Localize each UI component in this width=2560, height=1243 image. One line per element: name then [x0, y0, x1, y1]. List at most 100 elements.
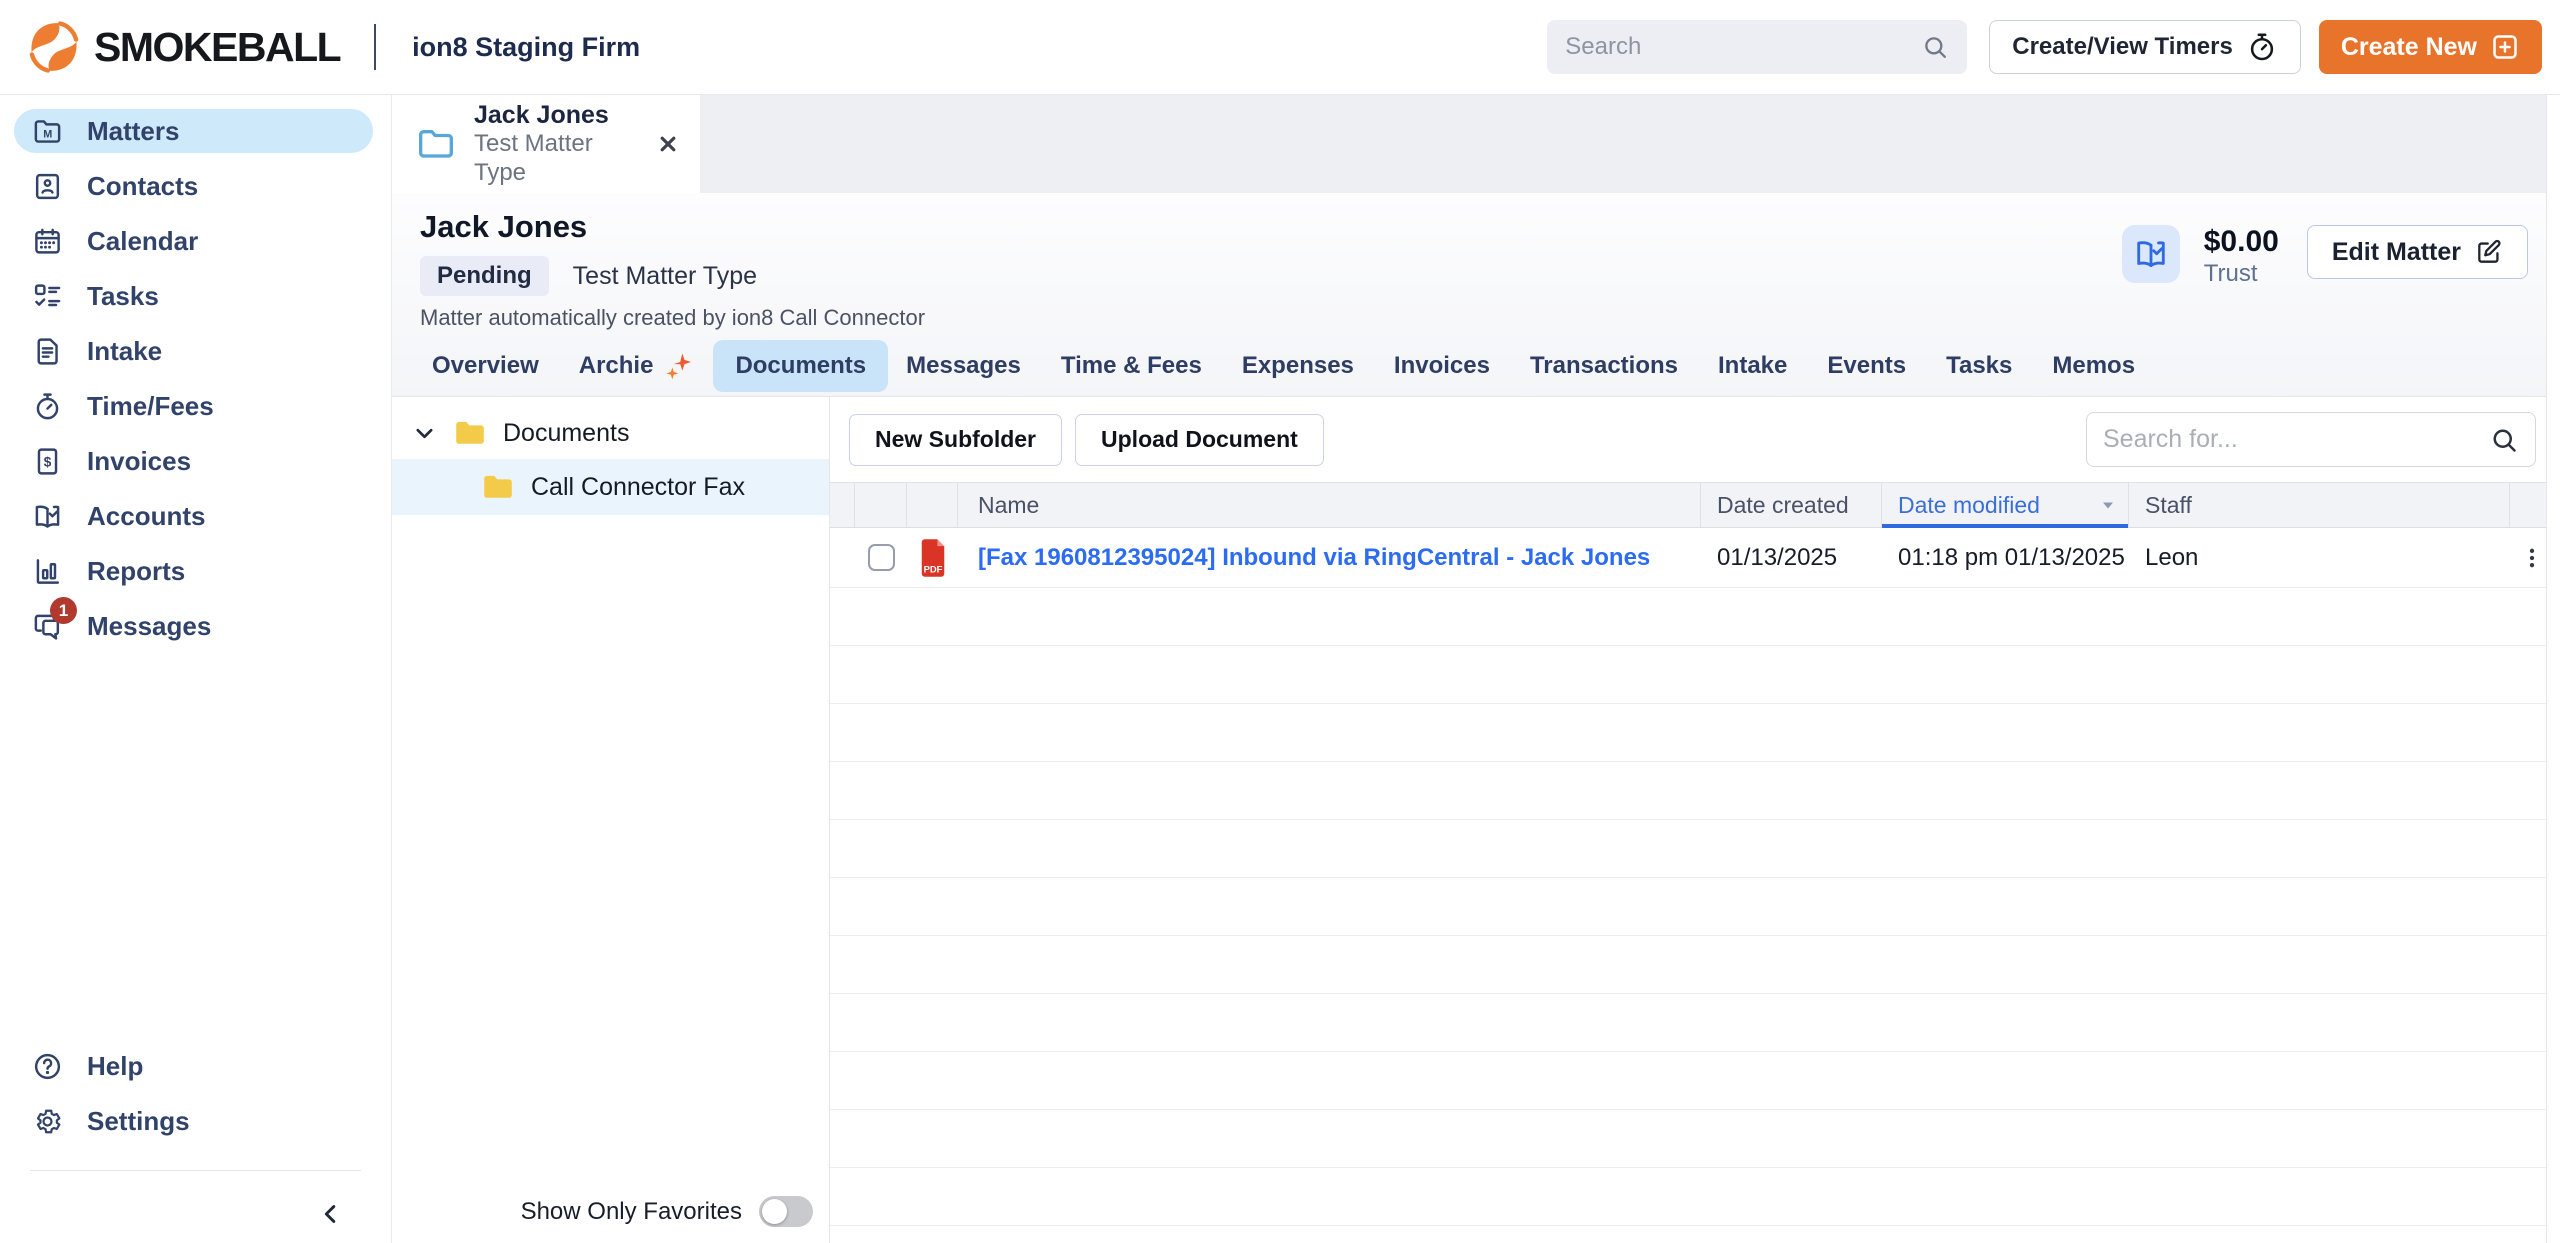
edit-icon: [2474, 238, 2503, 267]
folder-row-documents[interactable]: Documents: [392, 407, 829, 459]
sidebar-item-messages[interactable]: Messages 1: [14, 604, 373, 648]
unread-badge: 1: [50, 597, 77, 624]
trust-amount: $0.00: [2204, 225, 2279, 260]
folder-label: Documents: [503, 419, 629, 448]
row-menu-button[interactable]: [2519, 545, 2545, 571]
tab-invoices[interactable]: Invoices: [1394, 340, 1490, 392]
create-new-button[interactable]: Create New: [2319, 20, 2542, 74]
column-spacer-icon: [907, 483, 958, 527]
matter-tab[interactable]: Jack Jones Test Matter Type: [392, 95, 700, 193]
edit-matter-button[interactable]: Edit Matter: [2307, 225, 2528, 279]
tab-transactions[interactable]: Transactions: [1530, 340, 1678, 392]
table-header: Name Date created Date modified Staff: [830, 482, 2560, 528]
sidebar-item-reports[interactable]: Reports: [14, 549, 373, 593]
staff-cell: Leon: [2129, 544, 2510, 572]
book-check-icon: [2133, 236, 2169, 272]
sidebar-item-help[interactable]: Help: [14, 1044, 373, 1088]
table-row-empty: [830, 1168, 2560, 1226]
sidebar-item-accounts[interactable]: Accounts: [14, 494, 373, 538]
table-row-empty: [830, 820, 2560, 878]
sidebar-item-tasks[interactable]: Tasks: [14, 274, 373, 318]
tab-intake[interactable]: Intake: [1718, 340, 1787, 392]
contacts-icon: [32, 171, 63, 202]
folder-icon: [452, 415, 488, 451]
sidebar-item-time-fees[interactable]: Time/Fees: [14, 384, 373, 428]
header-divider: [374, 24, 376, 70]
search-icon: [1921, 33, 1949, 61]
row-checkbox[interactable]: [868, 544, 895, 571]
reports-icon: [32, 556, 63, 587]
tab-tasks[interactable]: Tasks: [1946, 340, 2012, 392]
documents-search-input[interactable]: [2103, 425, 2489, 454]
top-header: SMOKEBALL ion8 Staging Firm Create/View …: [0, 0, 2560, 95]
app-window: SMOKEBALL ion8 Staging Firm Create/View …: [0, 0, 2560, 1243]
book-check-icon: [32, 501, 63, 532]
column-header-created[interactable]: Date created: [1701, 483, 1882, 527]
sidebar-item-invoices[interactable]: $ Invoices: [14, 439, 373, 483]
sidebar-item-matters[interactable]: M Matters: [14, 109, 373, 153]
tab-time-fees[interactable]: Time & Fees: [1061, 340, 1202, 392]
column-header-staff[interactable]: Staff: [2129, 483, 2510, 527]
tab-events[interactable]: Events: [1827, 340, 1906, 392]
brand-wordmark: SMOKEBALL: [94, 24, 340, 71]
chevron-down-icon[interactable]: [412, 421, 437, 446]
table-row-empty: [830, 646, 2560, 704]
create-view-timers-button[interactable]: Create/View Timers: [1989, 20, 2301, 74]
matter-title: Jack Jones: [420, 209, 925, 245]
svg-text:PDF: PDF: [923, 564, 942, 574]
sidebar-item-settings[interactable]: Settings: [14, 1099, 373, 1143]
sidebar-item-contacts[interactable]: Contacts: [14, 164, 373, 208]
svg-text:$: $: [44, 454, 52, 469]
sidebar-item-calendar[interactable]: Calendar: [14, 219, 373, 263]
close-tab-button[interactable]: [656, 132, 680, 156]
tab-memos[interactable]: Memos: [2052, 340, 2135, 392]
global-search: [1547, 20, 1967, 74]
tab-documents[interactable]: Documents: [713, 340, 888, 392]
pdf-icon: PDF: [918, 539, 948, 577]
sidebar-divider: [30, 1170, 361, 1171]
sort-caret-icon: [2096, 493, 2120, 517]
table-row-empty: [830, 588, 2560, 646]
create-new-button-label: Create New: [2341, 33, 2477, 62]
scrollbar-gutter: [2546, 95, 2560, 1243]
sidebar-nav: M Matters Contacts Calendar Tasks: [0, 109, 391, 659]
tab-expenses[interactable]: Expenses: [1242, 340, 1354, 392]
svg-text:M: M: [43, 128, 52, 140]
date-created-cell: 01/13/2025: [1701, 544, 1882, 572]
matter-tab-title: Jack Jones: [474, 100, 638, 130]
sidebar-footer-nav: Help Settings: [0, 1044, 391, 1154]
tab-messages[interactable]: Messages: [906, 340, 1021, 392]
sparkles-icon: [663, 350, 695, 382]
column-header-name[interactable]: Name: [958, 483, 1701, 527]
sidebar-collapse-button[interactable]: [317, 1200, 345, 1228]
tasks-icon: [32, 281, 63, 312]
folder-row-call-connector-fax[interactable]: Call Connector Fax: [392, 459, 829, 515]
sidebar-item-intake[interactable]: Intake: [14, 329, 373, 373]
date-modified-cell: 01:18 pm 01/13/2025: [1882, 544, 2129, 572]
stopwatch-icon: [2246, 31, 2278, 63]
calendar-icon: [32, 226, 63, 257]
help-icon: [32, 1051, 63, 1082]
favorites-toggle[interactable]: [759, 1196, 813, 1227]
search-icon: [2489, 425, 2519, 455]
invoices-icon: $: [32, 446, 63, 477]
new-subfolder-button[interactable]: New Subfolder: [849, 414, 1062, 466]
document-link[interactable]: [Fax 1960812395024] Inbound via RingCent…: [978, 544, 1650, 572]
documents-workspace: Documents Call Connector Fax Show Only F…: [392, 397, 2560, 1243]
main-content: Jack Jones Test Matter Type Jack Jones P…: [392, 95, 2560, 1243]
tab-overview[interactable]: Overview: [432, 340, 539, 392]
documents-toolbar: New Subfolder Upload Document: [830, 397, 2560, 482]
timers-button-label: Create/View Timers: [2012, 33, 2233, 61]
global-search-input[interactable]: [1565, 33, 1921, 61]
documents-search: [2086, 412, 2536, 467]
matter-type: Test Matter Type: [573, 262, 757, 291]
column-header-modified[interactable]: Date modified: [1882, 483, 2129, 527]
timer-icon: [32, 391, 63, 422]
table-row-empty: [830, 1052, 2560, 1110]
tab-archie[interactable]: Archie: [579, 338, 696, 394]
upload-document-button[interactable]: Upload Document: [1075, 414, 1324, 466]
folder-icon: [480, 469, 516, 505]
column-spacer-check: [855, 483, 907, 527]
table-row-empty: [830, 878, 2560, 936]
settings-icon: [32, 1106, 63, 1137]
